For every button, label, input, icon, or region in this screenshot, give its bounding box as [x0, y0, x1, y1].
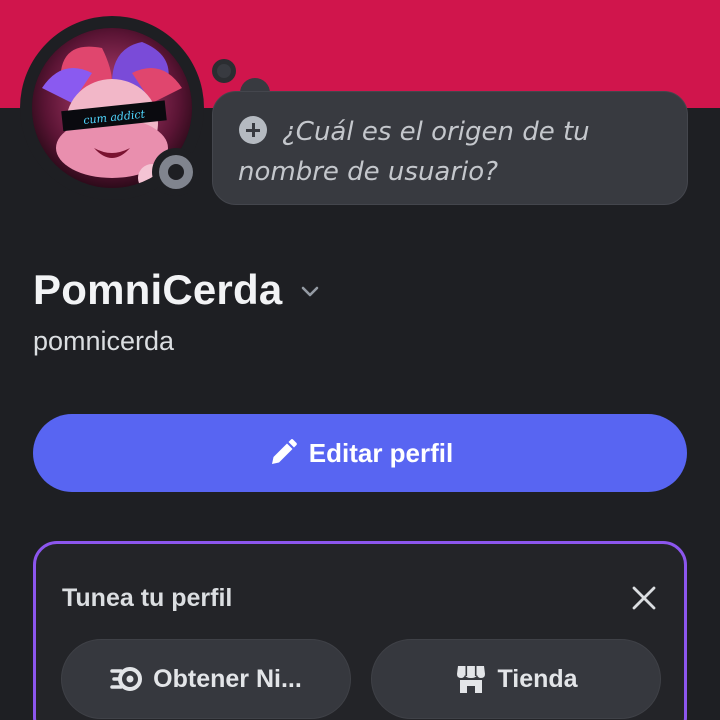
- pencil-icon: [271, 439, 297, 464]
- shop-label: Tienda: [497, 664, 578, 693]
- close-icon[interactable]: [630, 584, 658, 612]
- username: pomnicerda: [33, 326, 175, 356]
- offline-status-icon: [159, 155, 193, 189]
- custom-status-bubble[interactable]: ¿Cuál es el origen de tu nombre de usuar…: [212, 91, 688, 205]
- shop-icon: [457, 666, 486, 693]
- customize-profile-card: Tunea tu perfil Obtener Ni... Tienda: [33, 541, 687, 720]
- custom-status-prompt: ¿Cuál es el origen de tu nombre de usuar…: [238, 117, 590, 187]
- get-nitro-label: Obtener Ni...: [153, 664, 302, 693]
- display-name: PomniCerda: [33, 266, 283, 313]
- edit-profile-label: Editar perfil: [308, 437, 454, 468]
- edit-profile-button[interactable]: Editar perfil: [33, 414, 687, 492]
- chevron-down-icon[interactable]: [298, 280, 322, 304]
- profile-screen: cum addict ¿Cuál es el origen de tu nomb…: [0, 0, 720, 720]
- display-name-row[interactable]: PomniCerda: [33, 262, 322, 318]
- nitro-icon: [110, 667, 143, 691]
- get-nitro-button[interactable]: Obtener Ni...: [61, 639, 351, 719]
- thought-bubble-dot-small: [212, 59, 236, 83]
- customize-card-title: Tunea tu perfil: [62, 584, 233, 612]
- shop-button[interactable]: Tienda: [371, 639, 661, 719]
